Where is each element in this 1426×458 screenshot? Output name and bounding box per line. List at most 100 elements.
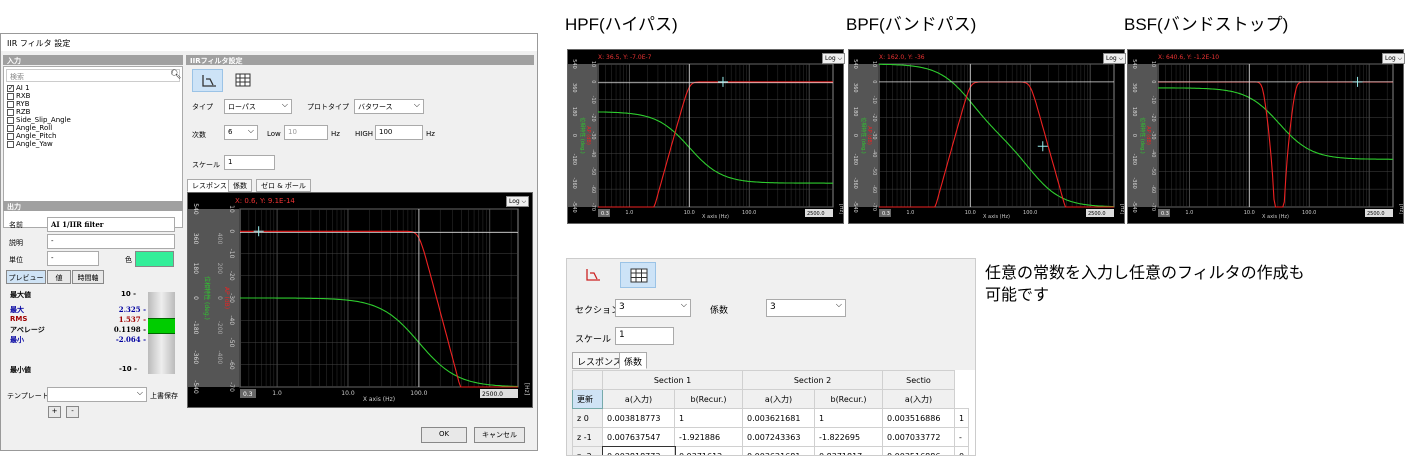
stat-value: 2.325 - — [118, 305, 146, 314]
search-icon[interactable]: 🔍︎ — [170, 70, 181, 80]
log-toggle[interactable]: Log ⌵ — [506, 196, 530, 207]
response-view-button[interactable] — [192, 69, 223, 92]
prototype-select[interactable]: バタワース — [354, 99, 424, 114]
coefficient-cell[interactable]: 0.003516886 — [882, 408, 955, 428]
channel-checkbox[interactable] — [7, 124, 14, 132]
high-input[interactable]: 100 — [375, 125, 423, 140]
low-label: Low — [267, 130, 281, 138]
channel-checkbox[interactable] — [7, 108, 14, 116]
dialog-title: IIR フィルタ 設定 — [1, 34, 537, 51]
value-tab[interactable]: 値 — [47, 270, 71, 284]
phase-inner-tick: -400 — [216, 351, 223, 365]
coefficient-cell[interactable]: 0.007243363 — [742, 427, 815, 447]
coefficient-view-button[interactable] — [620, 262, 656, 288]
coefficient-cell[interactable]: 1 — [814, 408, 883, 428]
settings-header: IIRフィルタ設定 — [186, 55, 534, 65]
channel-checkbox[interactable] — [7, 132, 14, 140]
add-button[interactable]: + — [48, 406, 61, 418]
channel-checkbox[interactable] — [7, 100, 14, 108]
name-input[interactable]: AI 1/IIR filter — [47, 217, 175, 232]
coefficient-cell[interactable]: 0.8371817 — [814, 446, 883, 455]
channel-checkbox[interactable]: ✓ — [7, 84, 14, 92]
z-index-cell: z -1 — [572, 427, 603, 447]
gain-tick-label: 0 — [871, 80, 877, 83]
channel-checkbox[interactable] — [7, 116, 14, 124]
preview-tab[interactable]: プレビュー — [6, 270, 46, 284]
channel-item[interactable]: RZB — [7, 108, 177, 116]
x-min-value: 0.3 — [243, 391, 253, 398]
bpf-chart[interactable]: 540 360 180 0 -180 -360 -540 10 0 -10 -20 -30 -40 -50… — [848, 49, 1127, 224]
coefficient-cell[interactable]: 0 — [953, 446, 970, 455]
bsf-title: BSF(バンドストップ) — [1124, 15, 1289, 34]
channel-label: AI 1 — [16, 84, 30, 92]
bsf-chart[interactable]: 540 360 180 0 -180 -360 -540 10 0 -10 -20 -30 -40 -50… — [1127, 49, 1406, 224]
color-swatch[interactable] — [135, 251, 174, 267]
phase-tick-label: -540 — [192, 380, 199, 394]
time-axis-tab[interactable]: 時間軸 — [72, 270, 104, 284]
x-unit-label: [Hz] — [838, 204, 843, 214]
hpf-readout: X: 36.5, Y: -7.0E-7 — [598, 54, 652, 61]
gain-tick-label: -40 — [871, 149, 877, 157]
bsf-log-toggle[interactable]: Log ⌵ — [1382, 53, 1406, 64]
coefficient-cell[interactable]: 0.003516886 — [882, 446, 955, 455]
coefficient-cell[interactable]: -1.921886 — [674, 427, 743, 447]
tab-coefficients[interactable]: 係数 — [228, 179, 252, 192]
coef-select[interactable]: 3 — [766, 299, 846, 317]
phase-axis-label: 位相特性 (deg.) — [203, 276, 211, 320]
channel-item[interactable]: RXB — [7, 92, 177, 100]
coefficient-cell[interactable]: 0.003621681 — [742, 446, 815, 455]
table-row: z -1 0.007637547 -1.921886 0.007243363 -1.82… — [572, 427, 970, 447]
tab-zero-pole[interactable]: ゼロ & ポール — [256, 179, 311, 192]
log-label: Log — [1385, 55, 1396, 62]
max-value-label: 最大値 — [10, 291, 31, 299]
template-save-button[interactable]: 上書保存 — [150, 391, 178, 401]
channel-checkbox[interactable] — [7, 92, 14, 100]
hpf-chart[interactable]: 540 360 180 0 -180 -360 -540 10 0 -10 -20 -30 -40 -50… — [567, 49, 846, 224]
main-response-chart[interactable]: 540 360 180 0 -180 -360 -540 10 0 -10 -20 -30 -40 -50… — [187, 192, 533, 408]
coefficient-cell[interactable]: 0.003621681 — [742, 408, 815, 428]
tab-response[interactable]: レスポンス — [187, 179, 232, 192]
hpf-log-toggle[interactable]: Log ⌵ — [822, 53, 846, 64]
tab-coefficients[interactable]: 係数 — [619, 352, 648, 369]
order-select[interactable]: 6 — [224, 125, 258, 140]
coefficient-cell[interactable]: 0.003818773 — [601, 445, 676, 455]
low-input[interactable]: 10 — [284, 125, 328, 140]
coefficient-cell[interactable]: - — [953, 427, 970, 447]
channel-item[interactable]: Angle_Yaw — [7, 140, 177, 148]
gain-tick-label: 10 — [228, 205, 235, 213]
coefficient-cell[interactable]: 0.007637547 — [602, 427, 675, 447]
type-label: タイプ — [192, 103, 213, 111]
coefficient-cell[interactable]: 0.9371612 — [674, 446, 743, 455]
channel-item[interactable]: Angle_Pitch — [7, 132, 177, 140]
ok-button[interactable]: OK — [421, 427, 467, 443]
coefficient-cell[interactable]: 1 — [953, 408, 970, 428]
phase-tick-label: 180 — [1131, 107, 1137, 117]
cancel-button[interactable]: キャンセル — [474, 427, 525, 443]
coefficient-cell[interactable]: 0.003818773 — [602, 408, 675, 428]
coefficient-cell[interactable]: 1 — [674, 408, 743, 428]
description-input[interactable]: - — [47, 234, 175, 249]
coefficient-cell[interactable]: -1.822695 — [814, 427, 883, 447]
section-select[interactable]: 3 — [615, 299, 691, 317]
phase-tick-label: -360 — [571, 177, 577, 188]
bpf-log-toggle[interactable]: Log ⌵ — [1103, 53, 1127, 64]
hpf-plot: 5403601800-180-360-540100-10-20-30-40-50… — [568, 59, 844, 220]
type-select[interactable]: ローパス — [224, 99, 292, 114]
scale-input[interactable]: 1 — [224, 155, 275, 170]
unit-input[interactable]: - — [47, 251, 99, 266]
search-input[interactable]: 検索 — [6, 69, 180, 82]
channel-label: RZB — [16, 108, 31, 116]
channel-item[interactable]: ✓ AI 1 — [7, 84, 177, 92]
z-index-cell: z -2 — [572, 446, 603, 455]
update-button[interactable]: 更新 — [572, 389, 603, 409]
remove-button[interactable]: - — [66, 406, 79, 418]
channel-item[interactable]: RYB — [7, 100, 177, 108]
channel-item[interactable]: Angle_Roll — [7, 124, 177, 132]
scale-input[interactable]: 1 — [615, 327, 674, 345]
coefficient-cell[interactable]: 0.007033772 — [882, 427, 955, 447]
channel-item[interactable]: Side_Slip_Angle — [7, 116, 177, 124]
response-view-button[interactable] — [581, 263, 605, 287]
channel-checkbox[interactable] — [7, 140, 14, 148]
coefficient-view-button[interactable] — [231, 69, 255, 92]
template-select[interactable] — [47, 387, 147, 402]
